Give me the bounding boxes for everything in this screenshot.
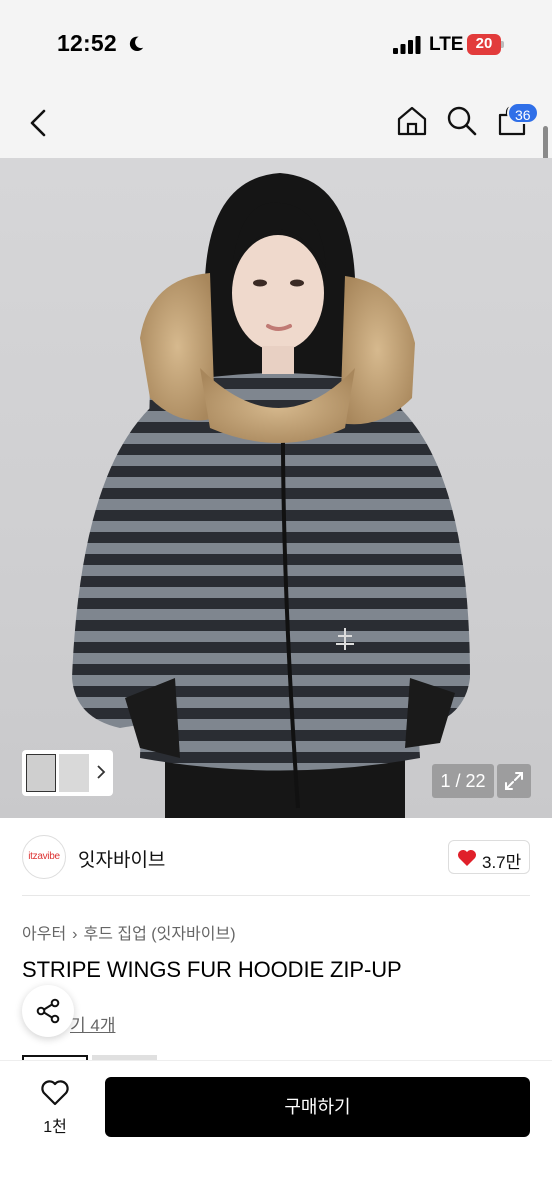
product-photo bbox=[72, 173, 470, 818]
image-counter: 1 / 22 bbox=[432, 764, 494, 798]
status-time: 12:52 bbox=[57, 30, 117, 56]
top-nav: 36 bbox=[0, 90, 552, 158]
battery-level: 20 bbox=[475, 35, 493, 52]
heart-filled-icon bbox=[458, 850, 476, 866]
buy-button[interactable]: 구매하기 bbox=[105, 1077, 530, 1137]
wishlist-count: 1천 bbox=[43, 1119, 67, 1136]
share-icon bbox=[36, 998, 60, 1024]
search-icon[interactable] bbox=[446, 105, 478, 137]
moon-icon bbox=[129, 36, 144, 52]
thumbnail-2[interactable] bbox=[59, 754, 89, 792]
product-title: STRIPE WINGS FUR HOODIE ZIP-UP bbox=[22, 957, 402, 982]
brand-like-button[interactable]: 3.7만 bbox=[448, 840, 530, 874]
share-button[interactable] bbox=[22, 985, 74, 1037]
back-icon[interactable] bbox=[26, 108, 52, 138]
network-label: LTE bbox=[429, 34, 464, 55]
review-link[interactable]: 기 4개 bbox=[70, 1011, 115, 1036]
battery-icon: 20 bbox=[467, 34, 505, 55]
expand-button[interactable] bbox=[497, 764, 531, 798]
cart-count-badge: 36 bbox=[507, 102, 539, 124]
heart-outline-icon bbox=[41, 1080, 69, 1106]
product-image-gallery[interactable]: 1 / 22 bbox=[0, 158, 552, 818]
signal-icon bbox=[393, 36, 421, 54]
bottom-action-bar: 1천 구매하기 bbox=[0, 1060, 552, 1200]
thumbnail-strip[interactable] bbox=[22, 750, 113, 796]
brand-like-count: 3.7만 bbox=[482, 853, 522, 872]
home-icon[interactable] bbox=[396, 105, 428, 137]
wishlist-button[interactable]: 1천 bbox=[26, 1077, 84, 1137]
brand-name[interactable]: 잇자바이브 bbox=[78, 845, 165, 872]
breadcrumb-category[interactable]: 아우터 bbox=[22, 926, 66, 943]
expand-icon bbox=[505, 772, 523, 790]
status-bar: 12:52 LTE 20 bbox=[0, 0, 552, 90]
breadcrumb: 아우터 › 후드 집업 (잇자바이브) bbox=[22, 920, 236, 944]
divider bbox=[22, 895, 530, 896]
brand-logo[interactable]: itzavibe bbox=[22, 835, 66, 879]
chevron-right-icon[interactable] bbox=[95, 764, 107, 780]
breadcrumb-separator-icon: › bbox=[72, 926, 78, 943]
thumbnail-1[interactable] bbox=[26, 754, 56, 792]
breadcrumb-subcategory[interactable]: 후드 집업 (잇자바이브) bbox=[84, 926, 236, 943]
